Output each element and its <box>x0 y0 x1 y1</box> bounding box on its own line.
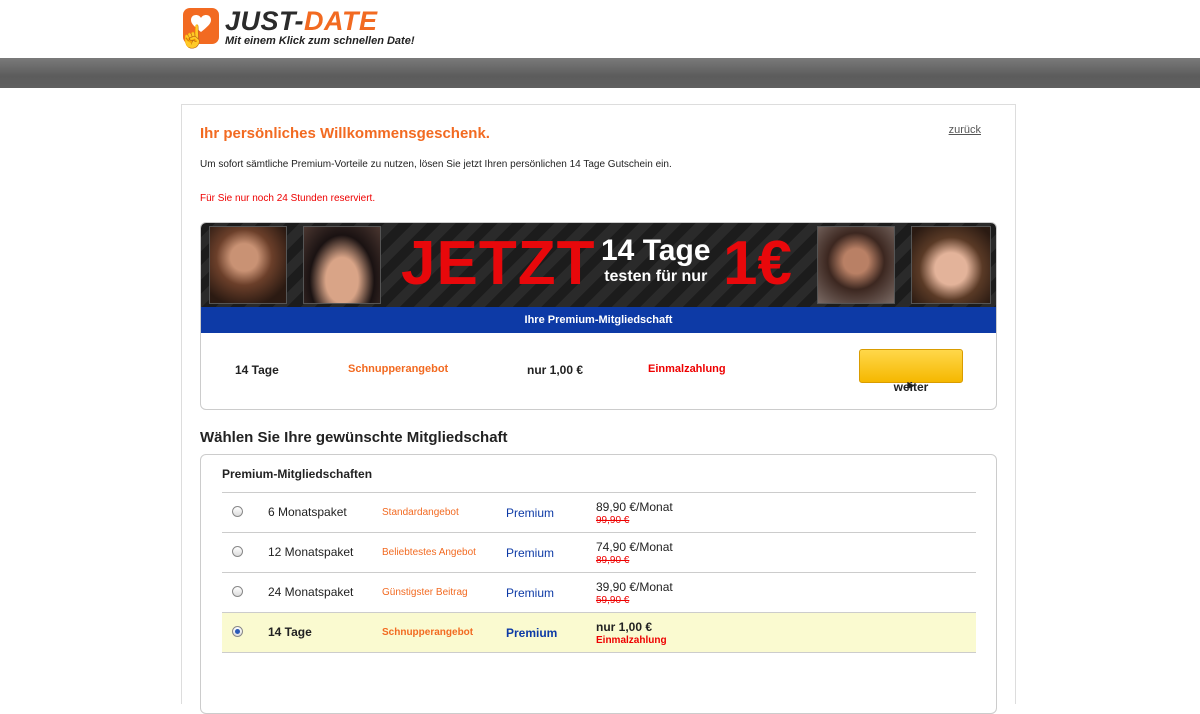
plan-name: 6 Monatspaket <box>268 505 347 519</box>
offer-type: Schnupperangebot <box>348 363 449 375</box>
plan-row-selected[interactable]: 14 Tage Schnupperangebot Premium nur 1,0… <box>222 613 976 653</box>
plan-name: 14 Tage <box>268 625 312 639</box>
plan-level: Premium <box>506 586 555 600</box>
banner-photo <box>911 226 991 304</box>
site-header: ☝ JUST-DATE Mit einem Klick zum schnelle… <box>0 0 1200 58</box>
banner-price: 1€ <box>723 229 792 298</box>
arrow-right-icon: ▶ <box>907 380 915 390</box>
offer-box: JETZT 14 Tage testen für nur 1€ Ihre Pre… <box>200 222 997 410</box>
back-link[interactable]: zurück <box>949 124 981 136</box>
plan-name: 24 Monatspaket <box>268 585 354 599</box>
promo-banner[interactable]: JETZT 14 Tage testen für nur 1€ <box>201 223 996 307</box>
plans-box: Premium-Mitgliedschaften 6 Monatspaket S… <box>200 454 997 714</box>
offer-payment: Einmalzahlung <box>648 363 726 375</box>
logo[interactable]: ☝ JUST-DATE Mit einem Klick zum schnelle… <box>179 6 415 48</box>
intro-text: Um sofort sämtliche Premium-Vorteile zu … <box>200 159 672 170</box>
offer-row: 14 Tage Schnupperangebot nur 1,00 € Einm… <box>201 333 996 409</box>
plan-tag: Günstigster Beitrag <box>382 587 468 598</box>
banner-offer-text: 14 Tage testen für nur <box>601 235 711 287</box>
offer-duration: 14 Tage <box>235 363 279 377</box>
continue-button[interactable]: weiter ▶ <box>859 349 963 394</box>
banner-jetzt: JETZT <box>401 229 596 298</box>
plan-row[interactable]: 6 Monatspaket Standardangebot Premium 89… <box>222 493 976 533</box>
welcome-panel: Ihr persönliches Willkommensgeschenk. zu… <box>181 104 1016 714</box>
plan-old-price: 99,90 € <box>596 515 630 526</box>
offer-price: nur 1,00 € <box>527 363 584 377</box>
brand-name: JUST-DATE <box>225 6 378 36</box>
plan-row[interactable]: 12 Monatspaket Beliebtestes Angebot Prem… <box>222 533 976 573</box>
pointer-hand-icon: ☝ <box>179 24 207 49</box>
plan-price: 89,90 €/Monat <box>596 500 673 514</box>
plan-radio[interactable] <box>232 586 243 597</box>
plan-payment-note: Einmalzahlung <box>596 635 667 646</box>
plan-level: Premium <box>506 546 555 560</box>
plan-price: 39,90 €/Monat <box>596 580 673 594</box>
plan-tag: Schnupperangebot <box>382 627 474 638</box>
reserved-notice: Für Sie nur noch 24 Stunden reserviert. <box>200 193 376 204</box>
plan-price: nur 1,00 € <box>596 620 653 634</box>
banner-photo <box>209 226 287 304</box>
membership-bar: Ihre Premium-Mitgliedschaft <box>201 307 996 333</box>
plan-old-price: 59,90 € <box>596 595 630 606</box>
brand-tagline: Mit einem Klick zum schnellen Date! <box>225 35 415 47</box>
banner-photo <box>303 226 381 304</box>
banner-photo <box>817 226 895 304</box>
plan-old-price: 89,90 € <box>596 555 630 566</box>
plans-list: 6 Monatspaket Standardangebot Premium 89… <box>222 492 976 653</box>
plans-heading: Premium-Mitgliedschaften <box>222 467 373 481</box>
banner-test-text: testen für nur <box>604 268 708 285</box>
plan-radio[interactable] <box>232 506 243 517</box>
plan-level: Premium <box>506 506 555 520</box>
plan-price: 74,90 €/Monat <box>596 540 673 554</box>
plan-radio[interactable] <box>232 546 243 557</box>
section-title: Wählen Sie Ihre gewünschte Mitgliedschaf… <box>200 429 508 446</box>
plan-row[interactable]: 24 Monatspaket Günstigster Beitrag Premi… <box>222 573 976 613</box>
plan-name: 12 Monatspaket <box>268 545 354 559</box>
banner-days: 14 Tage <box>601 234 711 267</box>
plan-tag: Beliebtestes Angebot <box>382 547 476 558</box>
plan-radio-checked[interactable] <box>232 626 243 637</box>
plan-tag: Standardangebot <box>382 507 459 518</box>
page-title: Ihr persönliches Willkommensgeschenk. <box>200 125 490 142</box>
nav-bar <box>0 58 1200 88</box>
plan-level: Premium <box>506 626 558 640</box>
logo-heart-icon: ☝ <box>179 8 219 48</box>
